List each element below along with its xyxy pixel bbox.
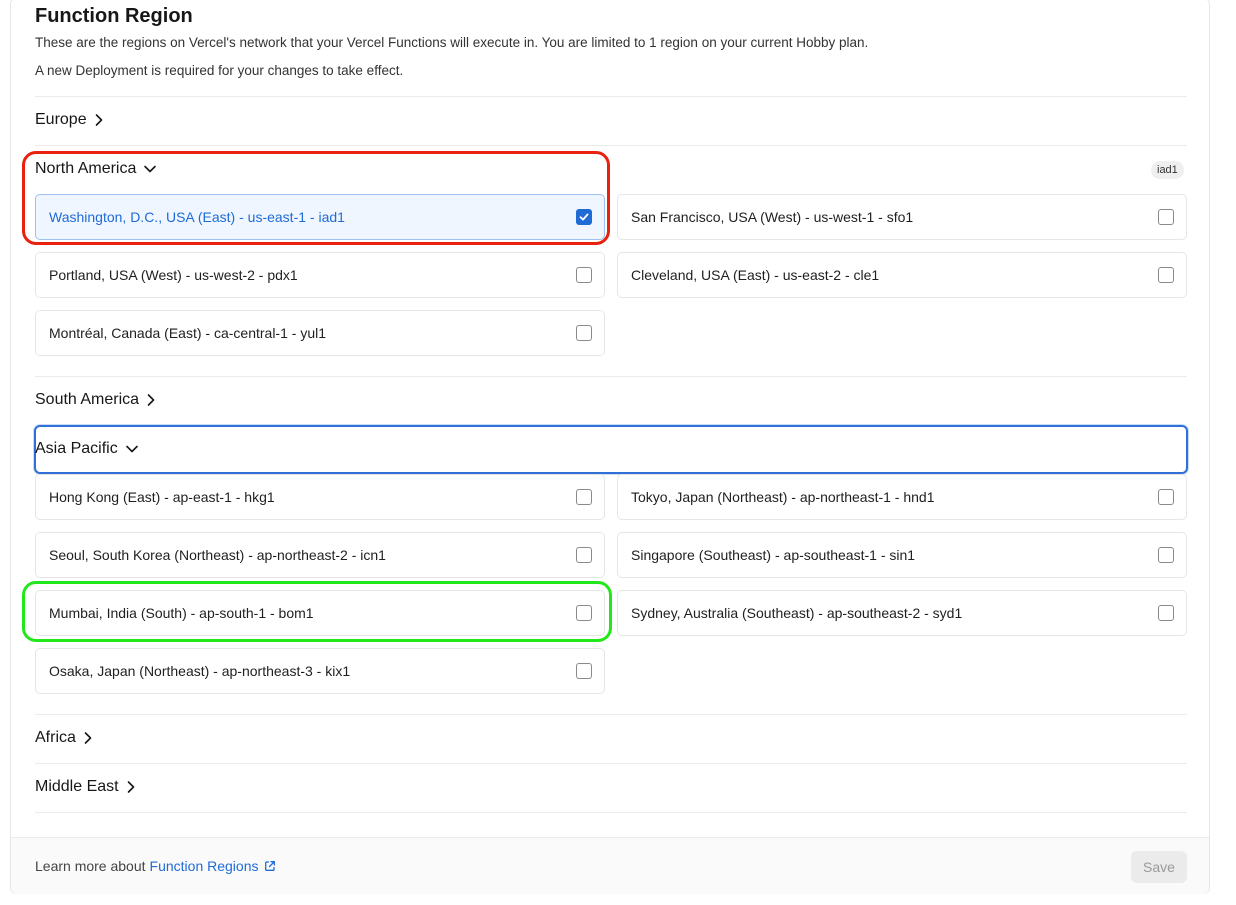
region-option-kix1[interactable]: Osaka, Japan (Northeast) - ap-northeast-… bbox=[35, 648, 605, 694]
highlight-annotation-red bbox=[22, 151, 610, 245]
region-option-label: Sydney, Australia (Southeast) - ap-south… bbox=[631, 605, 963, 621]
checkbox[interactable] bbox=[1158, 267, 1174, 283]
region-header-europe[interactable]: Europe bbox=[35, 108, 104, 132]
chevron-right-icon bbox=[146, 393, 156, 407]
external-link-icon[interactable] bbox=[264, 860, 276, 872]
region-option-label: Portland, USA (West) - us-west-2 - pdx1 bbox=[49, 267, 298, 283]
selected-region-badge: iad1 bbox=[1151, 161, 1184, 179]
region-option-label: Osaka, Japan (Northeast) - ap-northeast-… bbox=[49, 663, 351, 679]
region-option-sfo1[interactable]: San Francisco, USA (West) - us-west-1 - … bbox=[617, 194, 1187, 240]
region-header-south-america[interactable]: South America bbox=[35, 388, 156, 412]
divider bbox=[35, 96, 1187, 97]
region-label-europe: Europe bbox=[35, 111, 87, 128]
chevron-down-icon bbox=[125, 444, 139, 454]
chevron-right-icon bbox=[126, 780, 136, 794]
divider bbox=[35, 714, 1187, 715]
region-label-middle-east: Middle East bbox=[35, 778, 119, 795]
page-title: Function Region bbox=[35, 5, 193, 27]
region-option-label: Singapore (Southeast) - ap-southeast-1 -… bbox=[631, 547, 916, 563]
region-option-syd1[interactable]: Sydney, Australia (Southeast) - ap-south… bbox=[617, 590, 1187, 636]
region-option-label: Tokyo, Japan (Northeast) - ap-northeast-… bbox=[631, 489, 935, 505]
checkbox[interactable] bbox=[1158, 489, 1174, 505]
card-footer: Learn more about Function Regions Save bbox=[11, 837, 1209, 894]
checkbox[interactable] bbox=[576, 267, 592, 283]
region-option-cle1[interactable]: Cleveland, USA (East) - us-east-2 - cle1 bbox=[617, 252, 1187, 298]
learn-more-text: Learn more about Function Regions bbox=[35, 858, 276, 874]
region-option-pdx1[interactable]: Portland, USA (West) - us-west-2 - pdx1 bbox=[35, 252, 605, 298]
checkbox[interactable] bbox=[576, 663, 592, 679]
chevron-right-icon bbox=[83, 731, 93, 745]
region-option-hnd1[interactable]: Tokyo, Japan (Northeast) - ap-northeast-… bbox=[617, 474, 1187, 520]
region-option-label: Cleveland, USA (East) - us-east-2 - cle1 bbox=[631, 267, 880, 283]
highlight-annotation-green bbox=[22, 581, 612, 642]
checkbox[interactable] bbox=[1158, 209, 1174, 225]
region-option-yul1[interactable]: Montréal, Canada (East) - ca-central-1 -… bbox=[35, 310, 605, 356]
region-option-hkg1[interactable]: Hong Kong (East) - ap-east-1 - hkg1 bbox=[35, 474, 605, 520]
checkbox[interactable] bbox=[576, 325, 592, 341]
region-option-icn1[interactable]: Seoul, South Korea (Northeast) - ap-nort… bbox=[35, 532, 605, 578]
region-option-sin1[interactable]: Singapore (Southeast) - ap-southeast-1 -… bbox=[617, 532, 1187, 578]
checkbox[interactable] bbox=[1158, 547, 1174, 563]
divider bbox=[35, 376, 1187, 377]
region-label-africa: Africa bbox=[35, 729, 76, 746]
region-label-south-america: South America bbox=[35, 391, 140, 408]
chevron-right-icon bbox=[94, 113, 104, 127]
focus-ring bbox=[34, 425, 1188, 474]
region-header-middle-east[interactable]: Middle East bbox=[35, 775, 136, 799]
region-label-asia-pacific: Asia Pacific bbox=[35, 440, 118, 457]
divider bbox=[35, 763, 1187, 764]
region-option-label: Hong Kong (East) - ap-east-1 - hkg1 bbox=[49, 489, 275, 505]
region-option-label: San Francisco, USA (West) - us-west-1 - … bbox=[631, 209, 914, 225]
region-header-asia-pacific[interactable]: Asia Pacific bbox=[35, 437, 139, 461]
region-header-africa[interactable]: Africa bbox=[35, 726, 93, 750]
function-regions-link[interactable]: Function Regions bbox=[150, 858, 259, 874]
learn-more-prefix: Learn more about bbox=[35, 858, 146, 874]
region-option-label: Seoul, South Korea (Northeast) - ap-nort… bbox=[49, 547, 386, 563]
deployment-note: A new Deployment is required for your ch… bbox=[35, 63, 404, 78]
checkbox[interactable] bbox=[1158, 605, 1174, 621]
section-description: These are the regions on Vercel's networ… bbox=[35, 35, 869, 50]
checkbox[interactable] bbox=[576, 489, 592, 505]
divider bbox=[35, 812, 1187, 813]
region-option-label: Montréal, Canada (East) - ca-central-1 -… bbox=[49, 325, 326, 341]
checkbox[interactable] bbox=[576, 547, 592, 563]
save-button[interactable]: Save bbox=[1131, 851, 1187, 883]
divider bbox=[35, 145, 1187, 146]
